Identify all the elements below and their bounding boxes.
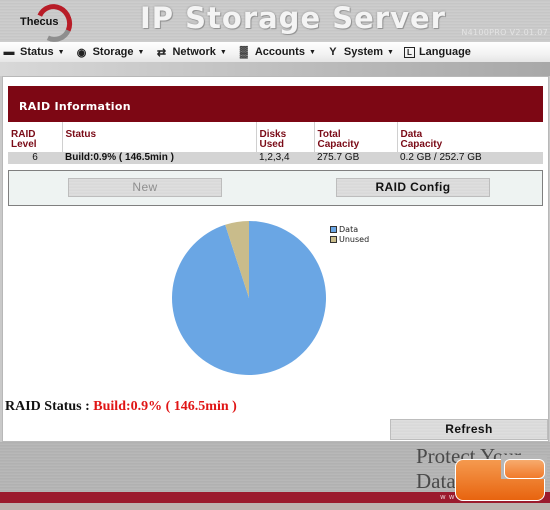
menu-status[interactable]: ▬ Status ▼ [2,46,65,58]
app-title: IP Storage Server [140,1,446,35]
refresh-button[interactable]: Refresh [390,419,548,440]
raid-info-title: RAID Information [8,86,543,122]
col-data-capacity: Data Capacity [396,122,543,152]
raid-status-value: Build:0.9% ( 146.5min ) [93,399,237,414]
col-total-capacity: Total Capacity [313,122,397,152]
menu-language[interactable]: L Language [403,46,471,58]
chart-legend: Data Unused [330,224,369,244]
main-menu: ▬ Status ▼ ◉ Storage ▼ ⇄ Network ▼ ▓ Acc… [0,42,550,62]
menu-status-label: Status [20,46,54,58]
firmware-version: N4100PRO V2.01.07 [461,28,548,37]
footer-bottom-strip [0,503,550,510]
chevron-down-icon: ▼ [137,48,145,56]
raid-status-cell: Build:0.9% ( 146.5min ) [62,152,256,164]
total-capacity-cell: 275.7 GB [314,152,397,164]
col-raid-level: RAID Level [11,129,37,150]
menu-accounts-label: Accounts [254,46,305,58]
menu-network[interactable]: ⇄ Network ▼ [154,46,227,59]
menu-accounts[interactable]: ▓ Accounts ▼ [237,46,316,58]
table-row[interactable]: 6 Build:0.9% ( 146.5min ) 1,2,3,4 275.7 … [8,152,543,164]
thecus-logo: Thecus [14,0,78,48]
system-wrench-icon: Υ [329,46,337,58]
menu-shadow-strip [0,62,550,76]
watermark-logo-icon [455,455,547,502]
raid-status-line: RAID Status : Build:0.9% ( 146.5min ) [5,399,237,415]
chevron-down-icon: ▼ [219,48,227,56]
menu-storage-label: Storage [92,46,134,58]
raid-config-button[interactable]: RAID Config [336,178,490,197]
col-disks-used: Disks Used [255,122,314,152]
legend-swatch-data [330,225,337,233]
menu-language-label: Language [418,46,471,58]
legend-item-unused: Unused [330,234,369,244]
chevron-down-icon: ▼ [387,48,394,56]
network-arrows-icon: ⇄ [156,46,167,59]
brand-name: Thecus [20,16,59,28]
menu-network-label: Network [172,46,216,58]
raid-level-cell: 6 [8,152,62,164]
legend-label-unused: Unused [339,234,370,244]
raid-table-header: RAID Level Status Disks Used Total Capacity… [8,122,543,152]
accounts-icon: ▓ [239,46,248,58]
legend-item-data: Data [330,224,369,234]
new-raid-button[interactable]: New [68,178,222,197]
language-icon: L [403,46,415,58]
disks-used-cell: 1,2,3,4 [256,152,314,164]
app-header: Thecus IP Storage Server N4100PRO V2.01.… [0,0,550,48]
content-panel: RAID Information RAID Level Status Disks U… [2,76,549,442]
menu-storage[interactable]: ◉ Storage ▼ [75,46,145,59]
raid-status-label: RAID Status : [5,399,90,414]
col-status: Status [61,122,256,152]
raid-table: RAID Level Status Disks Used Total Capacity… [8,122,543,164]
status-icon: ▬ [3,46,15,58]
raid-action-bar: New RAID Config [8,170,543,206]
storage-disc-icon: ◉ [76,46,87,59]
chevron-down-icon: ▼ [308,48,316,56]
menu-system-label: System [343,46,384,58]
legend-swatch-unused [330,235,337,243]
legend-label-data: Data [339,224,359,234]
chevron-down-icon: ▼ [57,48,65,56]
menu-system[interactable]: Υ System ▼ [326,46,394,58]
data-capacity-cell: 0.2 GB / 252.7 GB [397,152,543,164]
